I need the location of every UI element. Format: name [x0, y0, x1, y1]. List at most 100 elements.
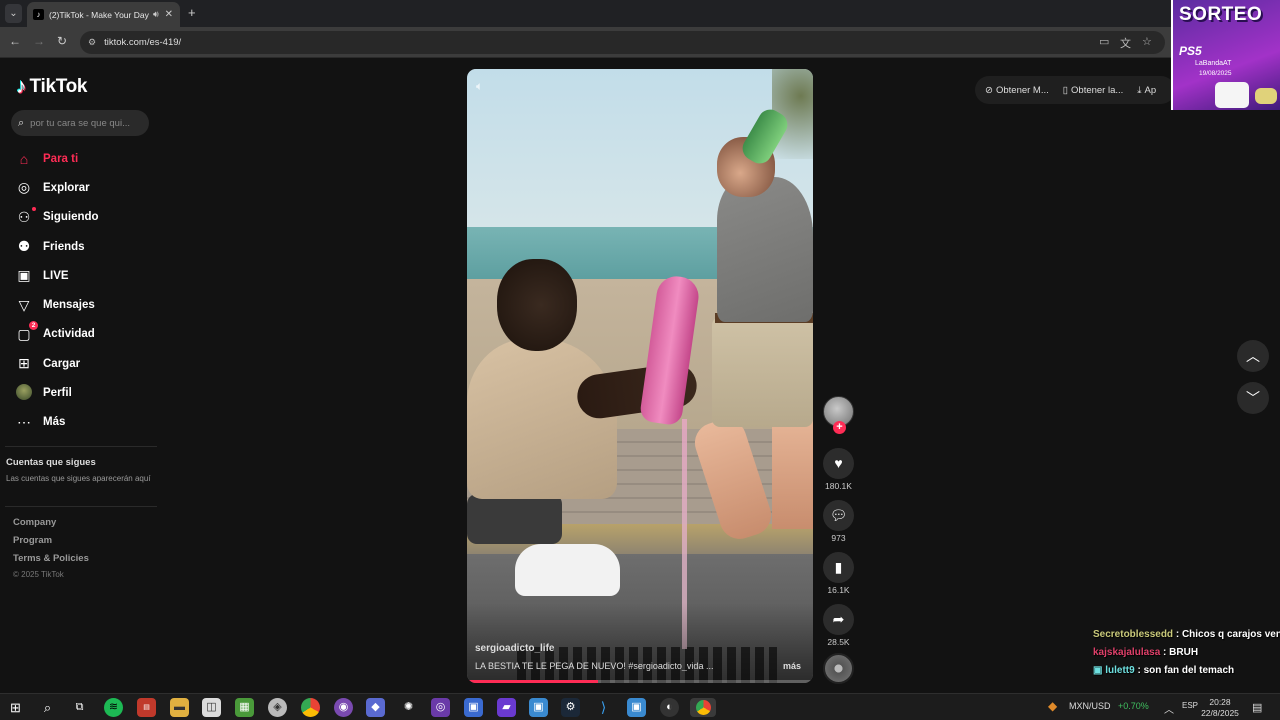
- steam-icon[interactable]: ⚙︎: [561, 698, 580, 717]
- video-person-body: [717, 177, 813, 322]
- share-icon: ➦: [832, 611, 845, 627]
- tab-search-button[interactable]: ⌄: [5, 4, 22, 23]
- author-avatar[interactable]: +: [823, 396, 854, 434]
- video-player[interactable]: 🔈︎ sergioadicto_life LA BESTIA TE LE PEG…: [467, 69, 813, 683]
- window-app-icon[interactable]: ▣: [529, 698, 548, 717]
- messages-icon: ▽: [18, 296, 30, 313]
- sidebar-item-perfil[interactable]: Perfil: [15, 378, 160, 407]
- pieces-icon[interactable]: ◆: [366, 698, 385, 717]
- spotify-icon[interactable]: ≋: [104, 698, 123, 717]
- site-info-icon[interactable]: ⚙︎: [88, 37, 96, 48]
- chrome-active-icon[interactable]: [690, 698, 716, 717]
- minecraft-icon[interactable]: ▦: [235, 698, 254, 717]
- video-caption: LA BESTIA TE LE PEGA DE NUEVO! #sergioad…: [475, 661, 714, 671]
- search-icon[interactable]: ⌕: [38, 698, 57, 717]
- forward-icon[interactable]: →: [33, 34, 45, 48]
- following-title: Cuentas que sigues: [6, 457, 96, 468]
- currency-icon: ◆: [1048, 699, 1058, 713]
- window-app-icon[interactable]: ▣: [464, 698, 483, 717]
- footer-link-program[interactable]: Program: [13, 535, 89, 553]
- footer-link-company[interactable]: Company: [13, 517, 89, 535]
- obs-icon[interactable]: ◐: [660, 698, 679, 717]
- next-video-button[interactable]: ﹀: [1237, 382, 1269, 414]
- close-tab-icon[interactable]: ✕: [165, 9, 173, 20]
- sidebar-item-label: Explorar: [43, 181, 90, 194]
- search-icon[interactable]: ⌕: [18, 117, 24, 130]
- file-explorer-icon[interactable]: ▬: [170, 698, 189, 717]
- share-count: 28.5K: [827, 637, 850, 647]
- vscode-icon[interactable]: ⟩: [594, 698, 613, 717]
- url-text: tiktok.com/es-419/: [104, 37, 182, 48]
- tiktok-logo[interactable]: ♪ TikTok: [16, 75, 87, 99]
- back-icon[interactable]: ←: [9, 34, 21, 48]
- notifications-icon[interactable]: ▤: [1252, 701, 1262, 714]
- sidebar-item-live[interactable]: ▣ LIVE: [15, 261, 160, 290]
- previous-video-button[interactable]: ︿: [1237, 340, 1269, 372]
- sidebar-item-mensajes[interactable]: ▽ Mensajes: [15, 290, 160, 319]
- download-button[interactable]: ⤓ Ap: [1137, 85, 1156, 96]
- follow-plus-icon[interactable]: +: [833, 421, 846, 434]
- system-clock[interactable]: 20:28 22/8/2025: [1200, 697, 1240, 719]
- chrome-icon[interactable]: [301, 698, 320, 717]
- upload-icon: ⊞: [18, 355, 30, 372]
- browser-tab[interactable]: ♪ (2)TikTok - Make Your Day 🔊︎ ✕: [27, 2, 180, 27]
- speaker-icon[interactable]: 🔊︎: [153, 9, 159, 20]
- tray-chevron-up-icon[interactable]: ︿: [1164, 701, 1174, 716]
- browser-tab-bar: ⌄ ♪ (2)TikTok - Make Your Day 🔊︎ ✕ +: [0, 0, 1280, 27]
- shield-icon[interactable]: ◈: [268, 698, 287, 717]
- reload-icon[interactable]: ↻: [57, 34, 67, 48]
- footer-links: Company Program Terms & Policies: [13, 517, 89, 571]
- app-icon[interactable]: ▰: [497, 698, 516, 717]
- save-button[interactable]: ▮: [823, 552, 854, 583]
- new-tab-icon[interactable]: +: [188, 5, 196, 20]
- sidebar-item-mas[interactable]: ⋯ Más: [15, 408, 160, 437]
- task-view-icon[interactable]: ⧉: [70, 698, 89, 717]
- tab-title: (2)TikTok - Make Your Day: [49, 9, 149, 20]
- sidebar-item-cargar[interactable]: ⊞ Cargar: [15, 349, 160, 378]
- chat-app-icon[interactable]: ◉: [334, 698, 353, 717]
- video-progress-bar[interactable]: [467, 680, 813, 683]
- clock-date: 22/8/2025: [1201, 708, 1239, 718]
- caption-more-link[interactable]: más: [783, 661, 801, 671]
- search-bar[interactable]: ⌕: [11, 110, 149, 136]
- more-icon: ⋯: [17, 413, 31, 430]
- footer-link-terms[interactable]: Terms & Policies: [13, 553, 89, 571]
- home-icon: ⌂: [19, 150, 29, 167]
- activity-icon: ▢ 2: [15, 320, 38, 343]
- sidebar-item-actividad[interactable]: ▢ 2 Actividad: [15, 320, 160, 349]
- chat-text: Chicos q carajos ven: [1181, 629, 1280, 640]
- music-disc[interactable]: [823, 653, 854, 684]
- address-bar[interactable]: ⚙︎ tiktok.com/es-419/: [80, 31, 1165, 54]
- phone-icon: ▯: [1062, 84, 1069, 96]
- sidebar-item-explorar[interactable]: ◎ Explorar: [15, 173, 160, 202]
- chat-text: son fan del temach: [1143, 665, 1235, 676]
- davinci-icon[interactable]: ✺: [399, 698, 418, 717]
- obs-like-icon[interactable]: ◎: [431, 698, 450, 717]
- get-app-button[interactable]: ⊘ Obtener M...: [985, 85, 1049, 96]
- store-icon[interactable]: ◫: [202, 698, 221, 717]
- translate-icon[interactable]: 文: [1120, 35, 1131, 51]
- chat-message: Secretoblessedd : Chicos q carajos ven: [1093, 629, 1280, 640]
- windows-start-icon[interactable]: ⊞: [6, 698, 25, 717]
- search-input[interactable]: [30, 117, 136, 129]
- sidebar-item-siguiendo[interactable]: ⚇ Siguiendo: [15, 203, 160, 232]
- sidebar-item-label: Para ti: [43, 152, 79, 165]
- sidebar-item-friends[interactable]: ⚉ Friends: [15, 232, 160, 261]
- top-actions-pill: ⊘ Obtener M... ▯ Obtener la... ⤓ Ap: [975, 76, 1175, 104]
- bookmark-star-icon[interactable]: ☆: [1142, 35, 1152, 48]
- mute-icon[interactable]: 🔈︎: [476, 79, 483, 94]
- tiktok-favicon-icon: ♪: [33, 9, 44, 20]
- share-button[interactable]: ➦: [823, 604, 854, 635]
- like-button[interactable]: ♥: [823, 448, 854, 479]
- video-author[interactable]: sergioadicto_life: [475, 643, 554, 654]
- cast-icon[interactable]: ▭: [1099, 35, 1109, 48]
- window-app-icon[interactable]: ▣: [627, 698, 646, 717]
- language-indicator[interactable]: ESP: [1182, 701, 1198, 710]
- chevron-up-icon: ︿: [1246, 348, 1260, 364]
- video-person-body: [467, 339, 617, 499]
- brand-name: TikTok: [29, 76, 88, 97]
- comment-button[interactable]: 💬︎: [823, 500, 854, 531]
- get-mobile-button[interactable]: ▯ Obtener la...: [1063, 85, 1124, 96]
- sidebar-item-para-ti[interactable]: ⌂ Para ti: [15, 144, 160, 173]
- voicemod-icon[interactable]: ▤: [137, 698, 156, 717]
